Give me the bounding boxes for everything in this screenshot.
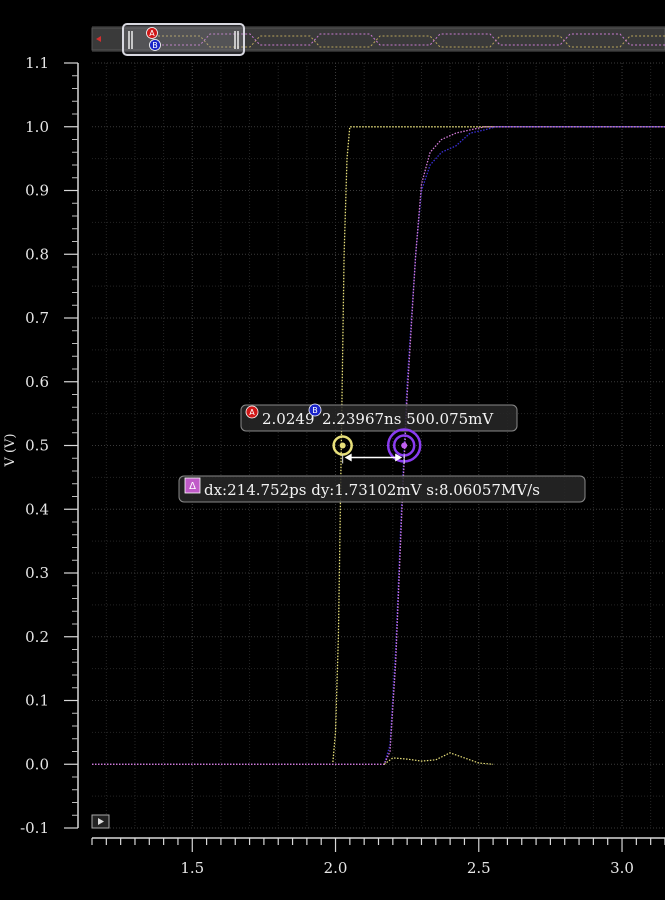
marker-a-badge-text: A [249, 408, 255, 417]
x-tick-label: 3.0 [610, 859, 634, 877]
overview-marker-b-text: B [152, 41, 158, 50]
series-line-3 [92, 126, 665, 765]
y-tick-label: 1.0 [25, 118, 49, 136]
y-tick-label: 0.3 [25, 564, 49, 582]
y-tick-label: -0.1 [20, 819, 49, 837]
waveform-plot[interactable]: A B -0.1 0.0 0.1 0.2 0.3 0.4 0.5 0.6 0.7 0.8 0.9 1.… [0, 0, 665, 900]
play-button[interactable] [91, 814, 110, 829]
marker-a-dot[interactable] [339, 442, 346, 449]
delta-badge-text: Δ [189, 481, 196, 492]
plot-axes: -0.1 0.0 0.1 0.2 0.3 0.4 0.5 0.6 0.7 0.8 0.9 1.0 1.1… [20, 54, 665, 877]
plot-series [92, 126, 665, 765]
y-tick-label: 0.5 [25, 437, 49, 455]
y-tick-label: 0.6 [25, 373, 49, 391]
marker-a-value: 2.0249 [262, 410, 315, 428]
series-line-ripple [383, 752, 494, 765]
overview-strip[interactable]: A B [91, 23, 665, 56]
x-tick-label: 1.5 [180, 859, 204, 877]
y-tick-label: 0.9 [25, 182, 49, 200]
marker-b-badge-text: B [312, 406, 318, 415]
plot-markers[interactable]: A 2.0249B 2.23967ns 500.075mV Δ dx:214.752ps… [178, 403, 586, 503]
y-tick-label: 0.1 [25, 692, 49, 710]
y-tick-label: 0.2 [25, 628, 49, 646]
y-tick-label: 0.0 [25, 755, 49, 773]
plot-grid [92, 62, 665, 829]
overview-marker-a-text: A [149, 29, 155, 38]
y-tick-label: 1.1 [25, 54, 49, 72]
y-tick-label: 0.4 [25, 500, 49, 518]
y-tick-label: 0.7 [25, 309, 49, 327]
x-tick-label: 2.0 [324, 859, 348, 877]
series-line-2 [92, 126, 665, 765]
y-tick-label: 0.8 [25, 245, 49, 263]
y-axis-label: V (V) [3, 433, 18, 467]
delta-value: dx:214.752ps dy:1.73102mV s:8.06057MV/s [204, 481, 540, 499]
marker-b-dot[interactable] [401, 442, 408, 449]
overview-viewport-window[interactable] [122, 23, 245, 56]
series-line-1 [92, 126, 665, 765]
x-tick-label: 2.5 [467, 859, 491, 877]
marker-b-value: 2.23967ns 500.075mV [322, 410, 494, 428]
